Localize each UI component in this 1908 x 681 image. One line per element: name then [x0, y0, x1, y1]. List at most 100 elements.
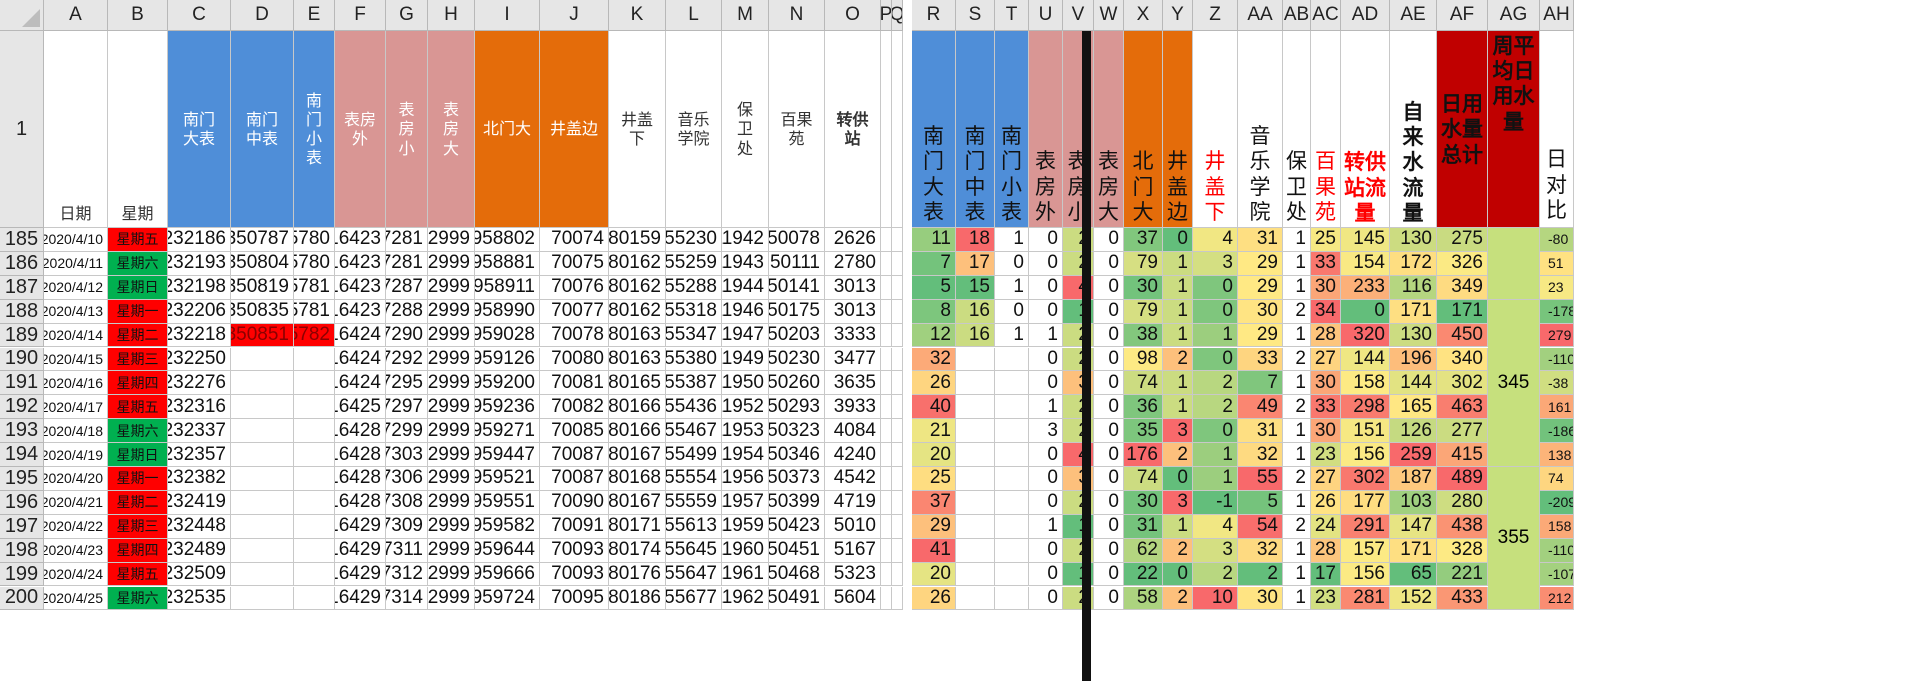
- cell-w[interactable]: 0: [1094, 228, 1124, 252]
- cell-ad[interactable]: 154: [1341, 251, 1390, 276]
- cell-s[interactable]: [956, 419, 995, 444]
- cell-g[interactable]: 7287: [386, 275, 428, 300]
- cell-o[interactable]: 3333: [825, 323, 881, 348]
- cell-ae[interactable]: 126: [1390, 419, 1437, 444]
- cell-d[interactable]: [231, 538, 294, 563]
- cell-k[interactable]: 880162: [609, 251, 666, 276]
- cell-ad[interactable]: 233: [1341, 275, 1390, 300]
- empty-cell[interactable]: [892, 586, 903, 611]
- cell-f[interactable]: 16429: [335, 538, 386, 563]
- header-cell-l[interactable]: 音乐学院: [666, 31, 722, 228]
- cell-ac[interactable]: 17: [1311, 562, 1341, 587]
- cell-w[interactable]: 0: [1094, 586, 1124, 611]
- cell-z[interactable]: 4: [1193, 514, 1238, 539]
- cell-y[interactable]: 1: [1163, 514, 1193, 539]
- cell-y[interactable]: 2: [1163, 586, 1193, 611]
- cell-af[interactable]: 302: [1437, 371, 1488, 396]
- cell-l[interactable]: 55467: [666, 419, 722, 444]
- cell-ab[interactable]: 1: [1283, 538, 1311, 563]
- cell-aa[interactable]: 33: [1238, 347, 1283, 372]
- cell-af[interactable]: 489: [1437, 467, 1488, 491]
- cell-ad[interactable]: 291: [1341, 514, 1390, 539]
- empty-cell[interactable]: [881, 538, 892, 563]
- cell-ah[interactable]: -209: [1540, 490, 1574, 515]
- cell-af[interactable]: 438: [1437, 514, 1488, 539]
- cell-d[interactable]: [231, 395, 294, 420]
- cell-k[interactable]: 880165: [609, 371, 666, 396]
- cell-k[interactable]: 880162: [609, 275, 666, 300]
- cell-d[interactable]: 350787: [231, 228, 294, 252]
- row-header[interactable]: 186: [0, 251, 44, 276]
- cell-d[interactable]: [231, 490, 294, 515]
- cell-aa[interactable]: 54: [1238, 514, 1283, 539]
- cell-u[interactable]: 0: [1029, 490, 1063, 515]
- empty-cell[interactable]: [881, 443, 892, 467]
- cell-m[interactable]: 11943: [722, 251, 769, 276]
- cell-ad[interactable]: 281: [1341, 586, 1390, 611]
- cell-ah[interactable]: 51: [1540, 251, 1574, 276]
- cell-ab[interactable]: 1: [1283, 323, 1311, 348]
- header-cell-a[interactable]: 日期: [44, 31, 108, 228]
- weekly-average-cell[interactable]: 345: [1488, 299, 1540, 467]
- cell-u[interactable]: 0: [1029, 275, 1063, 300]
- cell-ae[interactable]: 196: [1390, 347, 1437, 372]
- cell-r[interactable]: 7: [912, 251, 956, 276]
- cell-z[interactable]: 3: [1193, 538, 1238, 563]
- cell-ab[interactable]: 1: [1283, 562, 1311, 587]
- column-header-x[interactable]: X: [1124, 0, 1163, 31]
- cell-s[interactable]: [956, 586, 995, 611]
- cell-h[interactable]: 82999: [428, 586, 475, 611]
- cell-o[interactable]: 3013: [825, 275, 881, 300]
- cell-ae[interactable]: 130: [1390, 228, 1437, 252]
- empty-cell[interactable]: [881, 395, 892, 420]
- header-cell-j[interactable]: 井盖边: [540, 31, 609, 228]
- cell-a[interactable]: 2020/4/24: [44, 562, 108, 587]
- cell-x[interactable]: 176: [1124, 443, 1163, 467]
- cell-j[interactable]: 70087: [540, 467, 609, 491]
- cell-x[interactable]: 35: [1124, 419, 1163, 444]
- cell-ah[interactable]: -38: [1540, 371, 1574, 396]
- cell-x[interactable]: 58: [1124, 586, 1163, 611]
- cell-y[interactable]: 2: [1163, 347, 1193, 372]
- cell-ab[interactable]: 2: [1283, 347, 1311, 372]
- column-header-e[interactable]: E: [294, 0, 335, 31]
- cell-w[interactable]: 0: [1094, 323, 1124, 348]
- cell-y[interactable]: 3: [1163, 490, 1193, 515]
- cell-e[interactable]: [294, 467, 335, 491]
- row-header[interactable]: 196: [0, 490, 44, 515]
- column-header-i[interactable]: I: [475, 0, 540, 31]
- column-header-p[interactable]: P: [881, 0, 892, 31]
- cell-ad[interactable]: 157: [1341, 538, 1390, 563]
- cell-o[interactable]: 4240: [825, 443, 881, 467]
- column-header-ad[interactable]: AD: [1341, 0, 1390, 31]
- cell-m[interactable]: 11952: [722, 395, 769, 420]
- cell-f[interactable]: 16424: [335, 371, 386, 396]
- cell-s[interactable]: [956, 514, 995, 539]
- cell-i[interactable]: 959447: [475, 443, 540, 467]
- row-header[interactable]: 199: [0, 562, 44, 587]
- cell-z[interactable]: 3: [1193, 251, 1238, 276]
- header-cell-g[interactable]: 表房小: [386, 31, 428, 228]
- cell-ac[interactable]: 27: [1311, 347, 1341, 372]
- cell-c[interactable]: 232206: [168, 299, 231, 324]
- cell-j[interactable]: 70075: [540, 251, 609, 276]
- cell-c[interactable]: 232193: [168, 251, 231, 276]
- cell-u[interactable]: 0: [1029, 299, 1063, 324]
- cell-d[interactable]: [231, 562, 294, 587]
- header-cell-p[interactable]: [881, 31, 892, 228]
- cell-k[interactable]: 880166: [609, 419, 666, 444]
- cell-t[interactable]: [995, 586, 1029, 611]
- cell-i[interactable]: 959521: [475, 467, 540, 491]
- cell-m[interactable]: 11961: [722, 562, 769, 587]
- cell-e[interactable]: [294, 419, 335, 444]
- cell-t[interactable]: 0: [995, 251, 1029, 276]
- cell-a[interactable]: 2020/4/22: [44, 514, 108, 539]
- cell-d[interactable]: [231, 371, 294, 396]
- cell-z[interactable]: 0: [1193, 347, 1238, 372]
- header-cell-ae[interactable]: 自来水流量: [1390, 31, 1437, 228]
- row-header[interactable]: 195: [0, 467, 44, 491]
- cell-i[interactable]: 958990: [475, 299, 540, 324]
- cell-j[interactable]: 70095: [540, 586, 609, 611]
- cell-r[interactable]: 41: [912, 538, 956, 563]
- cell-g[interactable]: 7314: [386, 586, 428, 611]
